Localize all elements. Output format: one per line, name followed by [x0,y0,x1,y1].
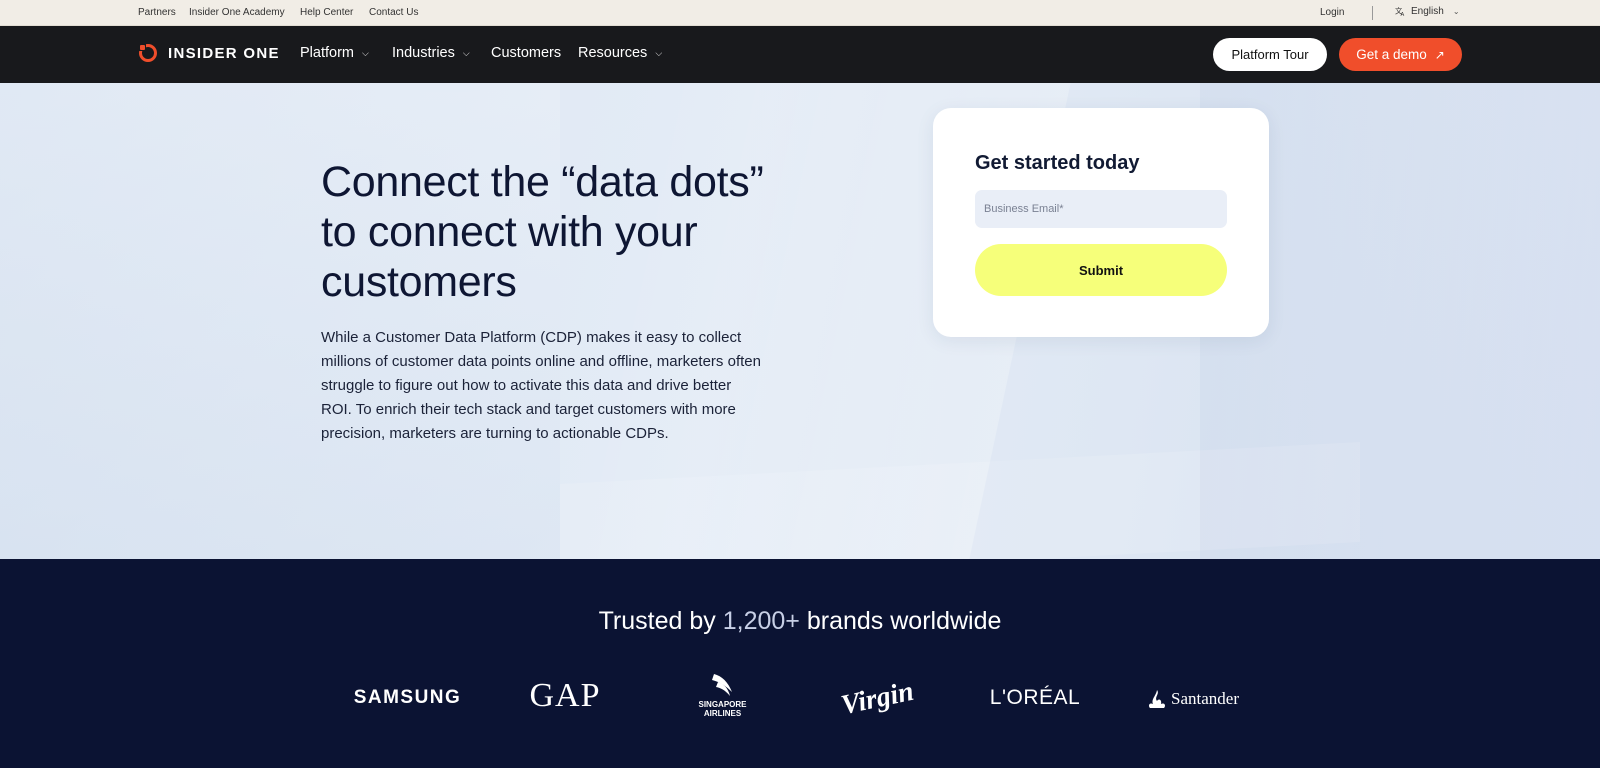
singapore-airlines-bird-icon [711,674,732,696]
chevron-down-icon: ⌵ [362,47,369,58]
platform-tour-button[interactable]: Platform Tour [1213,38,1327,71]
background-shape [0,83,560,559]
chevron-down-icon: ⌵ [462,47,470,58]
nav-item-label: Customers [491,45,562,61]
translate-icon: 文 A [1395,6,1405,17]
login-link[interactable]: Login [1320,7,1344,18]
santander-logo: Santander [1143,685,1243,713]
utility-bar: Partners Insider One Academy Help Center… [0,0,1600,26]
language-selector[interactable]: 文 A English ⌄ [1395,6,1460,17]
hero-title: Connect the “data dots” to connect with … [321,158,764,306]
main-nav: INSIDER ONE Platform ⌵ Industries ⌵ Cust… [0,26,1600,83]
virgin-logo: Virgin [838,675,917,722]
logo[interactable]: INSIDER ONE [138,43,280,63]
signup-form-card: Get started today Submit [933,108,1269,337]
utility-link-help-center[interactable]: Help Center [300,7,353,18]
hero-section: Connect the “data dots” to connect with … [0,83,1600,559]
trusted-prefix: Trusted by [598,607,716,635]
form-title: Get started today [975,152,1140,174]
trusted-count: 1,200+ [722,607,800,635]
get-a-demo-label: Get a demo [1356,47,1427,62]
nav-item-platform[interactable]: Platform ⌵ [300,45,369,61]
nav-item-customers[interactable]: Customers [491,45,561,61]
svg-text:A: A [1401,12,1405,17]
loreal-logo: L'ORÉAL [989,686,1081,709]
santander-flame-icon [1149,690,1165,708]
utility-link-partners[interactable]: Partners [138,7,176,18]
get-a-demo-button[interactable]: Get a demo ↗ [1339,38,1462,71]
trusted-heading: Trusted by 1,200+ brands worldwide [0,607,1600,636]
trusted-brands-section: Trusted by 1,200+ brands worldwide SAMSU… [0,559,1600,768]
divider [1372,6,1373,20]
gap-logo: GAP [529,677,601,714]
singapore-airlines-logo: SINGAPORE AIRLINES [685,667,760,723]
samsung-logo: SAMSUNG [353,687,462,708]
utility-link-academy[interactable]: Insider One Academy [189,7,285,18]
santander-wordmark: Santander [1171,689,1239,708]
chevron-down-icon: ⌄ [1452,7,1460,16]
business-email-input[interactable] [975,190,1227,228]
hero-description: While a Customer Data Platform (CDP) mak… [321,329,761,442]
trusted-suffix: brands worldwide [806,607,1002,635]
logo-text: INSIDER ONE [168,44,280,62]
chevron-down-icon: ⌵ [655,47,663,58]
singapore-airlines-wordmark: SINGAPORE AIRLINES [698,700,747,718]
nav-item-label: Industries [392,45,455,61]
arrow-up-right-icon: ↗ [1434,47,1445,62]
submit-button[interactable]: Submit [975,244,1227,296]
nav-item-resources[interactable]: Resources ⌵ [578,45,662,61]
insider-logo-icon [138,43,157,62]
nav-item-label: Platform [300,45,354,61]
language-label: English [1411,6,1444,17]
nav-item-industries[interactable]: Industries ⌵ [392,45,470,61]
utility-link-contact-us[interactable]: Contact Us [369,7,418,18]
nav-item-label: Resources [578,45,648,61]
